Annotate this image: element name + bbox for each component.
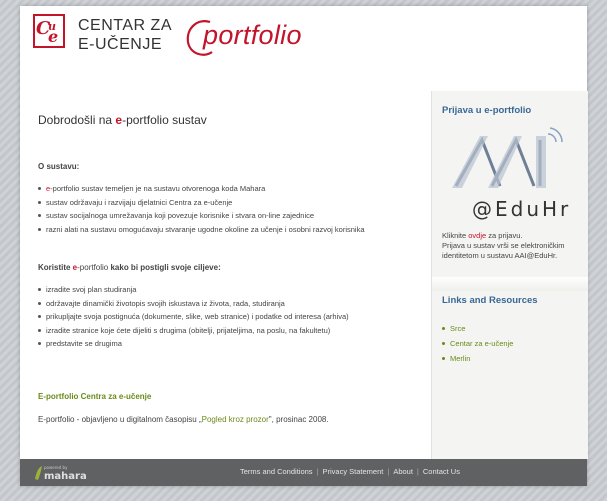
- sidebar-divider: [432, 277, 588, 291]
- pogled-kroz-prozor-link[interactable]: Pogled kroz prozor: [202, 415, 269, 424]
- page: C e u CENTAR ZA E-UČENJE portfolio Dobro…: [20, 6, 588, 486]
- goals-title-c: kako bi postigli svoje ciljeve:: [108, 263, 221, 272]
- about-item-red: e-: [46, 184, 53, 193]
- sidebar: Prijava u e-portfolio @EduHr Kliknite ov…: [431, 91, 588, 459]
- about-item-text: razni alati na sustavu omogućavaju stvar…: [46, 224, 365, 234]
- portfolio-logo-text[interactable]: portfolio: [203, 20, 302, 51]
- login-info: Kliknite ovdje za prijavu. Prijava u sus…: [442, 231, 582, 261]
- publication-note: E-portfolio - objavljeno u digitalnom ča…: [38, 415, 329, 424]
- list-item: prikupljajte svoja postignuća (dokumente…: [38, 310, 349, 324]
- publication-a: E-portfolio - objavljeno u digitalnom ča…: [38, 415, 202, 424]
- separator: |: [387, 467, 390, 476]
- about-link[interactable]: About: [393, 467, 413, 476]
- svg-text:u: u: [48, 20, 56, 33]
- footer-links: Terms and Conditions | Privacy Statement | A…: [240, 467, 460, 476]
- links-list: Srce Centar za e-učenje Merlin: [442, 321, 513, 366]
- click-b: za prijavu.: [486, 231, 523, 240]
- contact-link[interactable]: Contact Us: [423, 467, 460, 476]
- org-line1: CENTAR ZA: [78, 17, 172, 34]
- goals-title-a: Koristite: [38, 263, 73, 272]
- list-item: izradite stranice koje ćete dijeliti s d…: [38, 324, 349, 338]
- aai-eduhr-logo-icon[interactable]: @EduHr: [442, 116, 578, 224]
- org-name: CENTAR ZA E-UČENJE: [78, 16, 172, 54]
- list-item: sustav socijalnoga umrežavanja koji pove…: [38, 209, 365, 223]
- about-title: O sustavu:: [38, 162, 80, 171]
- header: C e u CENTAR ZA E-UČENJE portfolio: [20, 6, 587, 84]
- page-title: Dobrodošli na e-portfolio sustav: [38, 113, 207, 127]
- link-centar-za-e-ucenje[interactable]: Centar za e-učenje: [442, 336, 513, 351]
- list-item: sustav održavaju i razvijaju djelatnici …: [38, 196, 365, 210]
- list-item: izradite svoj plan studiranja: [38, 283, 349, 297]
- links-title: Links and Resources: [442, 295, 538, 306]
- terms-link[interactable]: Terms and Conditions: [240, 467, 313, 476]
- list-item: predstavite se drugima: [38, 337, 349, 351]
- mahara-text: mahara: [44, 471, 87, 482]
- org-line2: E-UČENJE: [78, 36, 163, 53]
- goals-title-b: -portfolio: [77, 263, 109, 272]
- about-item-text: sustav socijalnoga umrežavanja koji pove…: [46, 211, 315, 220]
- separator: |: [416, 467, 419, 476]
- aai-eduhr-text: @EduHr: [472, 197, 571, 221]
- welcome-suffix: -portfolio sustav: [122, 113, 207, 127]
- list-item: održavajte dinamički životopis svojih is…: [38, 297, 349, 311]
- login-here-link[interactable]: ovdje: [468, 231, 486, 240]
- footer-bar: powered by mahara Terms and Conditions | P…: [20, 459, 587, 486]
- mahara-logo-icon[interactable]: powered by mahara: [32, 463, 92, 483]
- eportfolio-centre-link[interactable]: E-portfolio Centra za e-učenje: [38, 392, 151, 401]
- link-srce[interactable]: Srce: [442, 321, 513, 336]
- about-list: e-portfolio sustav temeljen je na sustav…: [38, 182, 365, 236]
- login-title: Prijava u e-portfolio: [442, 105, 532, 116]
- welcome-prefix: Dobrodošli na: [38, 113, 116, 127]
- goals-list: izradite svoj plan studiranja održavajte…: [38, 283, 349, 351]
- main-content: Dobrodošli na e-portfolio sustav O susta…: [20, 91, 431, 459]
- publication-b: ", prosinac 2008.: [268, 415, 329, 424]
- goals-title: Koristite e-portfolio kako bi postigli s…: [38, 263, 221, 272]
- powered-by-text: powered by: [44, 465, 68, 470]
- about-item-text: portfolio sustav temeljen je na sustavu …: [52, 184, 266, 193]
- link-merlin[interactable]: Merlin: [442, 351, 513, 366]
- separator: |: [316, 467, 319, 476]
- about-item-text: sustav održavaju i razvijaju djelatnici …: [46, 197, 233, 207]
- list-item: e-portfolio sustav temeljen je na sustav…: [38, 182, 365, 196]
- click-a: Kliknite: [442, 231, 469, 240]
- login-info-text: Prijava u sustav vrši se elektroničkim i…: [442, 241, 565, 260]
- privacy-link[interactable]: Privacy Statement: [323, 467, 384, 476]
- ceu-logo-icon[interactable]: C e u: [32, 12, 68, 52]
- list-item: razni alati na sustavu omogućavaju stvar…: [38, 223, 365, 237]
